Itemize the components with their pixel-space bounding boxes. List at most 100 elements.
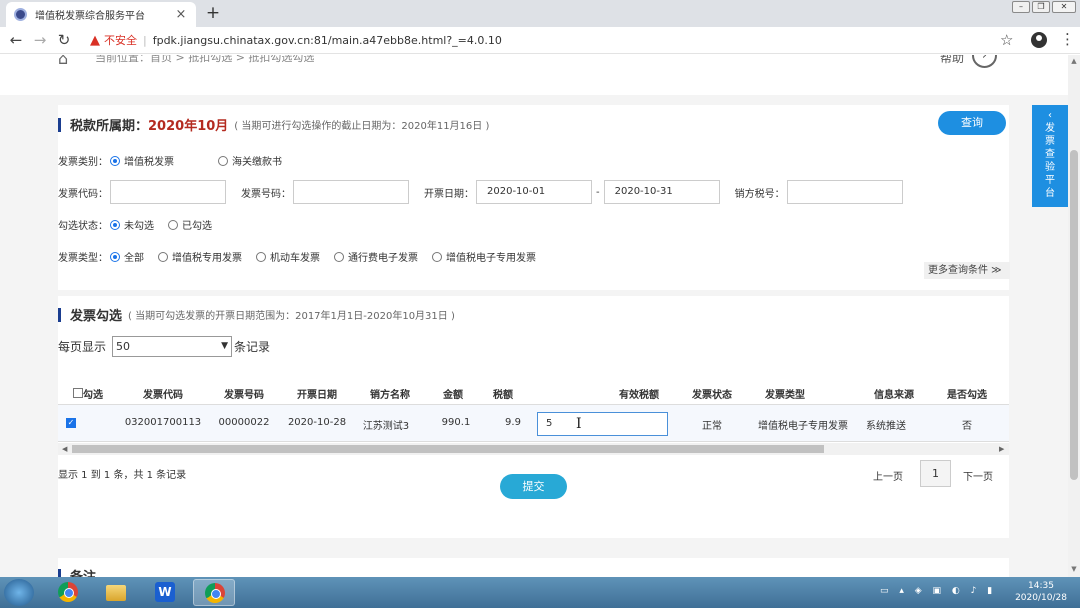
forward-icon[interactable]: →: [28, 31, 52, 49]
taskbar-wps[interactable]: W: [144, 579, 186, 606]
page-number-button[interactable]: 1: [920, 460, 951, 487]
option-type-vehicle[interactable]: 机动车发票: [270, 249, 320, 264]
date-to-input[interactable]: 2020-10-31: [603, 180, 720, 204]
next-page-link[interactable]: 下一页: [963, 468, 993, 483]
profile-icon[interactable]: [1031, 32, 1047, 48]
taskbar-clock[interactable]: 14:35 2020/10/28: [1014, 580, 1068, 604]
clock-time: 14:35: [1028, 581, 1054, 591]
reload-icon[interactable]: ↻: [52, 31, 76, 49]
radio-type-vat-special[interactable]: [158, 251, 168, 262]
option-type-vat-special[interactable]: 增值税专用发票: [172, 249, 242, 264]
radio-vat-invoice[interactable]: [110, 155, 120, 166]
radio-type-all[interactable]: [110, 251, 120, 262]
option-customs-payment[interactable]: 海关缴款书: [232, 153, 282, 168]
scroll-left-icon[interactable]: ◀: [62, 443, 67, 455]
warning-icon[interactable]: ▲: [90, 33, 100, 48]
address-bar[interactable]: fpdk.jiangsu.chinatax.gov.cn:81/main.a47…: [153, 34, 502, 47]
radio-checked[interactable]: [168, 219, 178, 230]
select-all-checkbox[interactable]: [73, 388, 83, 398]
invoice-category-label: 发票类别：: [58, 157, 108, 168]
option-vat-invoice[interactable]: 增值税发票: [124, 153, 174, 168]
col-tax[interactable]: 税额: [493, 386, 513, 401]
option-type-all[interactable]: 全部: [124, 249, 144, 264]
invoice-verify-side-tab[interactable]: ‹ 发票查验平台: [1032, 105, 1068, 207]
insecure-label[interactable]: 不安全: [104, 32, 137, 48]
tab-title: 增值税发票综合服务平台: [35, 11, 145, 22]
new-tab-button[interactable]: +: [203, 3, 223, 23]
taskbar-chrome[interactable]: [47, 579, 89, 606]
seller-tax-input[interactable]: [786, 180, 903, 204]
tax-period-label: 税款所属期：: [70, 119, 149, 134]
option-type-toll[interactable]: 通行费电子发票: [348, 249, 418, 264]
query-button[interactable]: 查询: [938, 111, 1006, 135]
col-status[interactable]: 发票状态: [692, 386, 732, 401]
browser-tab[interactable]: 增值税发票综合服务平台 ×: [6, 2, 196, 27]
radio-type-vat-e-special[interactable]: [432, 251, 442, 262]
col-issue-date[interactable]: 开票日期: [297, 386, 337, 401]
per-page-select[interactable]: 50 ▼: [112, 336, 232, 357]
invoice-no-input[interactable]: [293, 180, 409, 204]
breadcrumb: 当前位置：首页 > 抵扣勾选 > 抵扣勾选勾选: [95, 55, 315, 64]
remarks-title: 备注: [70, 566, 96, 577]
per-page-value: 50: [116, 340, 130, 353]
col-source[interactable]: 信息来源: [874, 386, 914, 401]
table-row[interactable]: ✓ 032001700113 00000022 2020-10-28 江苏测试3…: [58, 404, 1009, 442]
col-invoice-no[interactable]: 发票号码: [224, 386, 264, 401]
cell-issue-date: 2020-10-28: [287, 417, 347, 428]
menu-icon[interactable]: ⋮: [1060, 30, 1075, 48]
remarks-panel: 备注: [58, 558, 1009, 577]
prev-page-link[interactable]: 上一页: [873, 468, 903, 483]
vertical-scroll-thumb[interactable]: [1070, 150, 1078, 480]
text-cursor-icon: I: [576, 416, 582, 432]
col-valid-tax[interactable]: 有效税额: [619, 386, 659, 401]
back-icon[interactable]: ←: [4, 31, 28, 49]
help-link[interactable]: 帮助: [940, 55, 964, 66]
help-arrow-icon[interactable]: ›: [972, 55, 997, 68]
col-type[interactable]: 发票类型: [765, 386, 805, 401]
chrome-icon: [58, 582, 78, 602]
cell-source: 系统推送: [866, 421, 906, 432]
scroll-right-icon[interactable]: ▶: [999, 443, 1004, 455]
invoice-type-row: 发票类型： 全部 增值税专用发票 机动车发票 通行费电子发票 增值税电子专用发票: [58, 249, 550, 264]
col-select-label: 勾选: [83, 390, 103, 401]
option-checked[interactable]: 已勾选: [182, 217, 212, 232]
location-icon: ⌂: [58, 55, 69, 68]
cell-tax: 9.9: [505, 417, 521, 428]
valid-tax-input[interactable]: 5: [537, 412, 668, 436]
scroll-up-icon[interactable]: ▲: [1068, 57, 1080, 65]
radio-type-toll[interactable]: [334, 251, 344, 262]
row-select-checkbox[interactable]: ✓: [66, 417, 76, 428]
remarks-heading: 备注: [58, 566, 96, 577]
option-unchecked[interactable]: 未勾选: [124, 217, 154, 232]
col-seller-name[interactable]: 销方名称: [370, 386, 410, 401]
radio-unchecked[interactable]: [110, 219, 120, 230]
bookmark-star-icon[interactable]: ☆: [1000, 31, 1013, 49]
col-invoice-code[interactable]: 发票代码: [143, 386, 183, 401]
col-amount[interactable]: 金额: [443, 386, 463, 401]
taskbar-explorer[interactable]: [95, 579, 137, 606]
invoice-code-input[interactable]: [110, 180, 226, 204]
taskbar-chrome-active[interactable]: [193, 579, 235, 606]
col-checked[interactable]: 是否勾选: [947, 386, 987, 401]
option-type-vat-e-special[interactable]: 增值税电子专用发票: [446, 249, 536, 264]
minimize-icon[interactable]: –: [1012, 1, 1030, 13]
more-conditions-toggle[interactable]: 更多查询条件 ≫: [924, 262, 1010, 279]
seller-tax-label: 销方税号：: [734, 188, 785, 200]
section-bar: [58, 568, 61, 577]
scroll-down-icon[interactable]: ▼: [1068, 565, 1080, 573]
window-close-icon[interactable]: ✕: [1052, 1, 1076, 13]
table-horizontal-scrollbar[interactable]: ◀ ▶: [58, 443, 1009, 455]
cell-type: 增值税电子专用发票: [758, 421, 848, 432]
submit-button[interactable]: 提交: [500, 474, 567, 499]
tab-close-icon[interactable]: ×: [174, 7, 188, 22]
page-vertical-scrollbar[interactable]: ▲ ▼: [1068, 55, 1080, 577]
restore-icon[interactable]: ❐: [1032, 1, 1050, 13]
side-tab-label: 发票查验平台: [1045, 123, 1055, 199]
date-from-input[interactable]: 2020-10-01: [476, 180, 592, 204]
system-tray[interactable]: ▭ ▴ ◈ ▣ ◐ ♪ ▮: [880, 586, 996, 596]
date-separator: -: [596, 186, 600, 198]
radio-customs-payment[interactable]: [218, 155, 228, 166]
horizontal-scroll-thumb[interactable]: [72, 445, 824, 453]
start-button-icon[interactable]: [4, 579, 34, 606]
radio-type-vehicle[interactable]: [256, 251, 266, 262]
